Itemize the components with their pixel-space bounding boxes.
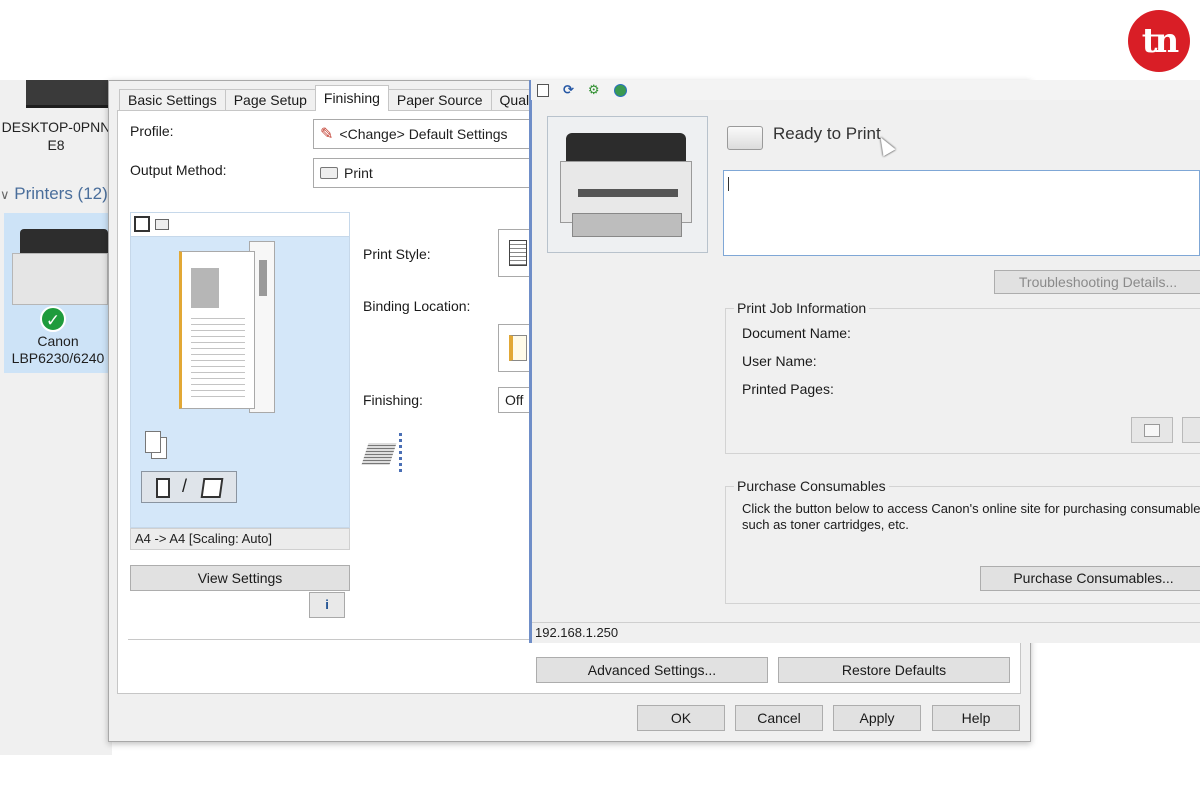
advanced-settings-button[interactable]: Advanced Settings... bbox=[536, 657, 768, 683]
brand-logo-text: tn bbox=[1141, 21, 1179, 61]
chevron-icon: ∨ bbox=[0, 187, 10, 202]
document-icon bbox=[156, 478, 170, 498]
job-details-button[interactable] bbox=[1131, 417, 1173, 443]
tab-finishing[interactable]: Finishing bbox=[314, 85, 389, 111]
print-style-label: Print Style: bbox=[363, 246, 431, 262]
status-printer-icon bbox=[727, 126, 763, 150]
binding-preview-button[interactable]: / bbox=[141, 471, 237, 503]
stacked-pages-icon bbox=[361, 433, 407, 473]
printer-view-icon[interactable] bbox=[155, 219, 169, 230]
tab-basic-settings[interactable]: Basic Settings bbox=[119, 89, 226, 111]
purchase-consumables-button[interactable]: Purchase Consumables... bbox=[980, 566, 1200, 591]
status-bar: 192.168.1.250 bbox=[532, 622, 1200, 643]
print-job-info-title: Print Job Information bbox=[734, 300, 870, 316]
slash-icon: / bbox=[182, 476, 188, 496]
status-client-area: Ready to Print Troubleshooting Details..… bbox=[532, 100, 1200, 622]
status-toolbar: ⟳ ⚙ bbox=[531, 80, 1200, 100]
printer-name-line1: Canon bbox=[37, 333, 79, 349]
printer-icon bbox=[12, 229, 108, 305]
cancel-button[interactable]: Cancel bbox=[735, 705, 823, 731]
page-view-icon[interactable] bbox=[134, 216, 150, 232]
computer-name-line2: E8 bbox=[47, 137, 65, 153]
printer-status-window: ⟳ ⚙ Ready to Print Troubleshooting Detai… bbox=[529, 80, 1200, 643]
purchase-consumables-group: Purchase Consumables Click the button be… bbox=[725, 478, 1200, 604]
printer-name-line2: LBP6230/6240 bbox=[11, 350, 105, 366]
pencil-icon: ✎ bbox=[320, 126, 334, 143]
document-name-label: Document Name: bbox=[742, 325, 851, 341]
status-text: Ready to Print bbox=[773, 124, 881, 143]
printed-pages-label: Printed Pages: bbox=[742, 381, 834, 397]
tools-icon[interactable]: ⚙ bbox=[588, 82, 600, 98]
ok-button[interactable]: OK bbox=[637, 705, 725, 731]
preview-status: A4 -> A4 [Scaling: Auto] bbox=[130, 528, 350, 550]
brand-logo: tn bbox=[1128, 10, 1190, 72]
refresh-icon[interactable]: ⟳ bbox=[563, 82, 574, 98]
text-caret bbox=[728, 177, 729, 191]
edit-doc-icon bbox=[1144, 424, 1160, 437]
explorer-panel: DESKTOP-0PNN E8 ∨ Printers (12) ✓ Canon … bbox=[0, 80, 112, 755]
user-name-label: User Name: bbox=[742, 353, 817, 369]
printer-label: Canon LBP6230/6240 bbox=[4, 333, 112, 367]
layout-preview: / bbox=[130, 212, 350, 528]
purchase-description-line2: such as toner cartridges, etc. bbox=[742, 517, 909, 532]
troubleshooting-details-button[interactable]: Troubleshooting Details... bbox=[994, 270, 1200, 294]
computer-icon bbox=[26, 80, 108, 108]
printer-image bbox=[547, 116, 708, 253]
purchase-consumables-title: Purchase Consumables bbox=[734, 478, 889, 494]
profile-select[interactable]: ✎ <Change> Default Settings bbox=[313, 119, 543, 149]
binding-location-icon bbox=[509, 335, 527, 361]
printers-group-label: Printers (12) bbox=[14, 184, 108, 203]
printers-group-header[interactable]: ∨ Printers (12) bbox=[0, 184, 108, 204]
status-message-box[interactable] bbox=[723, 170, 1200, 256]
computer-name[interactable]: DESKTOP-0PNN E8 bbox=[0, 118, 112, 154]
output-method-label: Output Method: bbox=[130, 162, 227, 178]
help-button[interactable]: Help bbox=[932, 705, 1020, 731]
copies-icon bbox=[145, 431, 169, 461]
tab-page-setup[interactable]: Page Setup bbox=[224, 89, 316, 111]
globe-icon[interactable] bbox=[613, 83, 627, 97]
finishing-label: Finishing: bbox=[363, 392, 423, 408]
tab-paper-source[interactable]: Paper Source bbox=[387, 89, 492, 111]
finishing-page-icon bbox=[200, 478, 224, 498]
preview-toolbar bbox=[131, 213, 349, 237]
profile-value: <Change> Default Settings bbox=[339, 126, 508, 142]
binding-location-label: Binding Location: bbox=[363, 298, 471, 314]
computer-name-line1: DESKTOP-0PNN bbox=[1, 119, 111, 135]
document-tool-icon[interactable] bbox=[537, 83, 549, 97]
output-method-value: Print bbox=[344, 165, 373, 181]
print-style-icon bbox=[509, 240, 527, 266]
view-settings-button[interactable]: View Settings bbox=[130, 565, 350, 591]
apply-button[interactable]: Apply bbox=[833, 705, 921, 731]
finishing-value: Off bbox=[505, 392, 524, 408]
print-job-info-group: Print Job Information Document Name: Use… bbox=[725, 300, 1200, 454]
tab-bar: Basic Settings Page Setup Finishing Pape… bbox=[119, 85, 553, 111]
info-icon: i bbox=[325, 597, 329, 612]
restore-defaults-button[interactable]: Restore Defaults bbox=[778, 657, 1010, 683]
profile-label: Profile: bbox=[130, 123, 174, 139]
ip-address: 192.168.1.250 bbox=[535, 625, 619, 640]
output-method-select[interactable]: Print bbox=[313, 158, 543, 188]
purchase-description-line1: Click the button below to access Canon's… bbox=[742, 501, 1200, 516]
job-cancel-button[interactable] bbox=[1182, 417, 1200, 443]
page-front-preview bbox=[179, 251, 255, 409]
printer-tile[interactable]: ✓ Canon LBP6230/6240 bbox=[4, 213, 112, 373]
info-icon-button[interactable]: i bbox=[309, 592, 345, 618]
printer-small-icon bbox=[320, 167, 338, 179]
check-icon: ✓ bbox=[40, 306, 66, 332]
